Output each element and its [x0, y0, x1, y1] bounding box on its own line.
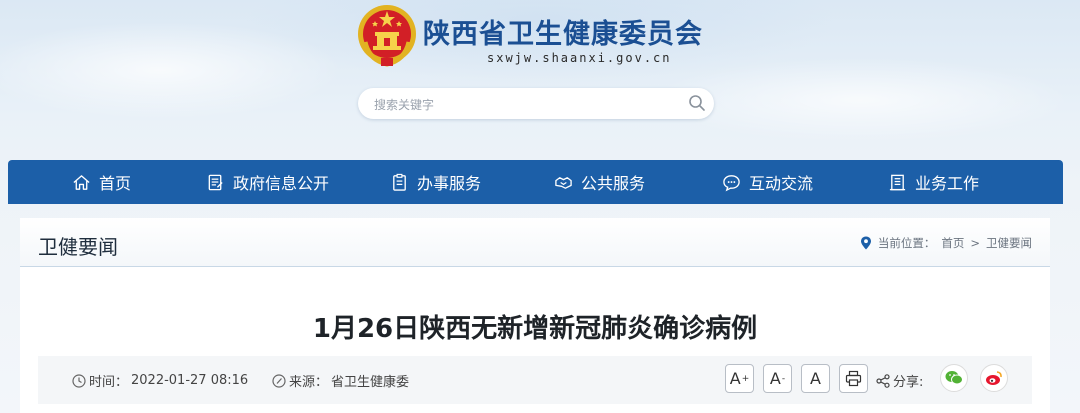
breadcrumb-separator: >: [970, 236, 980, 250]
wechat-icon: [945, 371, 963, 385]
nav-item-label: 政府信息公开: [233, 174, 330, 193]
location-pin-icon: [860, 236, 871, 250]
clock-icon: [72, 373, 86, 388]
source-label: 来源：: [289, 375, 329, 390]
print-icon: [845, 370, 862, 387]
publish-time: 时间： 2022-01-27 08:16: [72, 371, 248, 390]
font-larger-button[interactable]: A +: [725, 364, 754, 393]
nav-item-label: 公共服务: [581, 174, 646, 193]
weibo-icon: [986, 371, 1002, 385]
search-box: [358, 88, 714, 119]
print-button[interactable]: [839, 364, 868, 393]
share-label: 分享:: [893, 375, 924, 390]
font-smaller-label: A: [769, 369, 781, 388]
site-url: sxwjw.shaanxi.gov.cn: [487, 51, 672, 65]
time-label: 时间：: [89, 375, 129, 390]
share-weibo-button[interactable]: [980, 364, 1008, 392]
chat-icon: [723, 174, 740, 191]
share-icon: [876, 373, 890, 388]
edit-icon: [272, 373, 286, 388]
font-default-button[interactable]: A: [801, 364, 830, 393]
nav-item-label: 互动交流: [749, 174, 814, 193]
home-icon: [73, 174, 90, 190]
clipboard-icon: [393, 173, 406, 191]
main-nav: 首页 政府信息公开 办事服务 公共服务 互动交流 业务工作: [8, 160, 1063, 204]
nav-item-interaction[interactable]: 互动交流: [722, 160, 813, 204]
search-icon[interactable]: [688, 94, 706, 112]
article-title: 1月26日陕西无新增新冠肺炎确诊病例: [312, 314, 758, 344]
site-name: 陕西省卫生健康委员会: [423, 19, 703, 50]
section-header: 卫健要闻 当前位置： 首页 > 卫健要闻: [20, 218, 1050, 267]
national-emblem-icon: [358, 5, 416, 67]
breadcrumb-prefix: 当前位置：: [877, 236, 936, 250]
nav-item-business[interactable]: 业务工作: [888, 160, 979, 204]
section-title: 卫健要闻: [38, 235, 118, 259]
nav-item-services[interactable]: 办事服务: [390, 160, 481, 204]
time-value: 2022-01-27 08:16: [131, 373, 249, 388]
building-icon: [889, 174, 906, 190]
nav-item-home[interactable]: 首页: [72, 160, 131, 204]
font-smaller-button[interactable]: A-: [763, 364, 792, 393]
source-value: 省卫生健康委: [331, 375, 410, 390]
nav-item-label: 办事服务: [417, 174, 482, 193]
share-wechat-button[interactable]: [940, 364, 968, 392]
breadcrumb-current-link[interactable]: 卫健要闻: [986, 235, 1032, 251]
site-brand[interactable]: 陕西省卫生健康委员会 sxwjw.shaanxi.gov.cn: [355, 2, 725, 74]
breadcrumb: 当前位置： 首页 > 卫健要闻: [860, 235, 1032, 251]
breadcrumb-home-link[interactable]: 首页: [941, 235, 964, 251]
article-meta-bar: 时间： 2022-01-27 08:16 来源： 省卫生健康委 A + A- A …: [38, 356, 1032, 404]
nav-item-public-services[interactable]: 公共服务: [554, 160, 645, 204]
font-default-label: A: [810, 369, 821, 388]
nav-item-label: 首页: [99, 174, 132, 193]
font-larger-label: A: [729, 369, 741, 388]
search-input[interactable]: [372, 94, 676, 115]
handshake-icon: [555, 176, 572, 189]
article-source: 来源： 省卫生健康委: [272, 371, 409, 390]
document-icon: [208, 174, 223, 190]
nav-item-gov-info[interactable]: 政府信息公开: [206, 160, 329, 204]
nav-item-label: 业务工作: [915, 174, 980, 193]
content-panel: 卫健要闻 当前位置： 首页 > 卫健要闻 1月26日陕西无新增新冠肺炎确诊病例 …: [20, 218, 1050, 413]
share-label-group: 分享:: [876, 371, 923, 390]
